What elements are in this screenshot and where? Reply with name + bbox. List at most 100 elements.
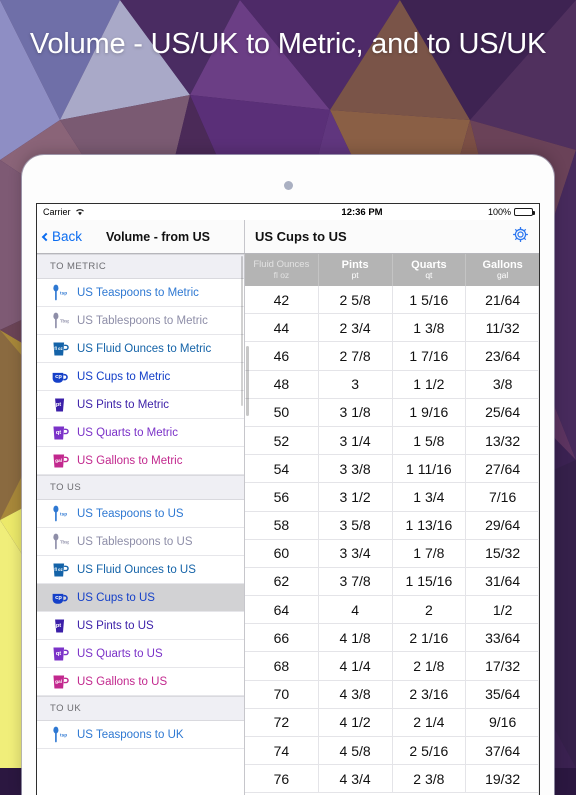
sidebar-item-us-pints-to-us[interactable]: ptUS Pints to US — [37, 612, 244, 640]
table-cell: 11/32 — [465, 314, 539, 341]
device-screen: Carrier 12:36 PM 100% Back — [36, 203, 540, 795]
table-cell: 54 — [245, 455, 318, 482]
sidebar[interactable]: TO METRIC tspUS Teaspoons to Metric Tbsp… — [37, 254, 245, 795]
table-cell: 4 1/4 — [318, 652, 392, 679]
sidebar-item-us-gallons-to-metric[interactable]: galUS Gallons to Metric — [37, 447, 244, 475]
sidebar-item-us-cups-to-us[interactable]: cp US Cups to US — [37, 584, 244, 612]
table-cell: 4 1/8 — [318, 624, 392, 651]
table-cell: 52 — [245, 427, 318, 454]
sidebar-item-us-teaspoons-to-metric[interactable]: tspUS Teaspoons to Metric — [37, 279, 244, 307]
table-cell: 1 15/16 — [392, 568, 466, 595]
sidebar-item-us-tablespoons-to-us[interactable]: TbspUS Tablespoons to US — [37, 528, 244, 556]
svg-text:cp: cp — [55, 374, 62, 380]
battery-percent-label: 100% — [488, 207, 511, 217]
table-row[interactable]: 583 5/81 13/1629/64 — [245, 512, 539, 540]
teaspoon-icon: tsp — [47, 726, 73, 744]
settings-button[interactable] — [511, 225, 530, 249]
table-cell: 2 1/8 — [392, 652, 466, 679]
promo-title: Volume - US/UK to Metric, and to US/UK — [0, 24, 576, 65]
cup-icon: cp — [47, 368, 73, 386]
sidebar-item-us-quarts-to-metric[interactable]: qtUS Quarts to Metric — [37, 419, 244, 447]
table-cell: 31/64 — [465, 568, 539, 595]
sidebar-item-label: US Pints to Metric — [77, 399, 169, 411]
sidebar-item-us-teaspoons-to-us[interactable]: tspUS Teaspoons to US — [37, 500, 244, 528]
sidebar-item-label: US Cups to Metric — [77, 371, 170, 383]
table-row[interactable]: 684 1/42 1/817/32 — [245, 652, 539, 680]
table-cell: 23/64 — [465, 342, 539, 369]
sidebar-section-header: TO US — [37, 475, 244, 500]
table-cell: 2 3/16 — [392, 681, 466, 708]
table-row[interactable]: 442 3/41 3/811/32 — [245, 314, 539, 342]
table-row[interactable]: 664 1/82 1/1633/64 — [245, 624, 539, 652]
table-cell: 37/64 — [465, 737, 539, 764]
sidebar-item-label: US Gallons to US — [77, 676, 167, 688]
status-bar-time: 12:36 PM — [251, 207, 473, 218]
table-cell: 1 1/2 — [392, 371, 466, 398]
sidebar-item-us-fluid-ounces-to-us[interactable]: fl oz US Fluid Ounces to US — [37, 556, 244, 584]
svg-text:qt: qt — [56, 651, 61, 657]
gear-icon — [511, 225, 530, 249]
table-row[interactable]: 704 3/82 3/1635/64 — [245, 681, 539, 709]
table-cell: 33/64 — [465, 624, 539, 651]
sidebar-item-label: US Cups to US — [77, 592, 155, 604]
sidebar-item-us-tablespoons-to-metric[interactable]: TbspUS Tablespoons to Metric — [37, 307, 244, 335]
table-row[interactable]: 4831 1/23/8 — [245, 371, 539, 399]
table-row[interactable]: 523 1/41 5/813/32 — [245, 427, 539, 455]
table-column-header: Gallonsgal — [465, 254, 539, 286]
table-row[interactable]: 623 7/81 15/1631/64 — [245, 568, 539, 596]
table-cell: 1 5/16 — [392, 286, 466, 313]
sidebar-item-label: US Teaspoons to Metric — [77, 287, 199, 299]
table-row[interactable]: 764 3/42 3/819/32 — [245, 765, 539, 793]
table-row[interactable]: 724 1/22 1/49/16 — [245, 709, 539, 737]
table-cell: 4 3/4 — [318, 765, 392, 792]
back-button-label: Back — [52, 229, 82, 244]
table-cell: 64 — [245, 596, 318, 623]
table-row[interactable]: 462 7/81 7/1623/64 — [245, 342, 539, 370]
table-row[interactable]: 563 1/21 3/47/16 — [245, 483, 539, 511]
sidebar-scrollbar[interactable] — [241, 256, 243, 406]
fluid-ounce-icon: fl oz — [47, 561, 73, 579]
table-cell: 3 1/4 — [318, 427, 392, 454]
svg-text:tsp: tsp — [60, 511, 67, 517]
table-cell: 3 1/2 — [318, 483, 392, 510]
table-cell: 2 — [392, 596, 466, 623]
sidebar-item-label: US Tablespoons to US — [77, 536, 193, 548]
sidebar-item-us-fluid-ounces-to-metric[interactable]: fl ozUS Fluid Ounces to Metric — [37, 335, 244, 363]
status-bar-right: 100% — [473, 207, 533, 217]
table-scrollbar[interactable] — [246, 346, 249, 416]
table-row[interactable]: 744 5/82 5/1637/64 — [245, 737, 539, 765]
sidebar-section-header: TO METRIC — [37, 254, 244, 279]
svg-text:cp: cp — [55, 595, 62, 601]
table-cell: 1/2 — [465, 596, 539, 623]
svg-text:tsp: tsp — [60, 732, 67, 738]
column-abbr: gal — [497, 271, 508, 281]
table-body[interactable]: 422 5/81 5/1621/64442 3/41 3/811/32462 7… — [245, 286, 539, 795]
table-cell: 1 3/4 — [392, 483, 466, 510]
table-row[interactable]: 503 1/81 9/1625/64 — [245, 399, 539, 427]
sidebar-item-label: US Fluid Ounces to US — [77, 564, 196, 576]
table-cell: 3 5/8 — [318, 512, 392, 539]
sidebar-item-us-teaspoons-to-uk[interactable]: tsp US Teaspoons to UK — [37, 721, 244, 749]
teaspoon-icon: tsp — [47, 505, 73, 523]
sidebar-item-us-pints-to-metric[interactable]: ptUS Pints to Metric — [37, 391, 244, 419]
sidebar-item-us-gallons-to-us[interactable]: gal US Gallons to US — [37, 668, 244, 696]
sidebar-item-label: US Teaspoons to UK — [77, 729, 184, 741]
sidebar-title: Volume - from US — [86, 230, 230, 244]
table-row[interactable]: 603 3/41 7/815/32 — [245, 540, 539, 568]
table-row[interactable]: 64421/2 — [245, 596, 539, 624]
ipad-device-frame: Carrier 12:36 PM 100% Back — [22, 155, 554, 795]
table-cell: 48 — [245, 371, 318, 398]
svg-text:gal: gal — [55, 679, 62, 685]
back-button[interactable]: Back — [43, 229, 82, 244]
chevron-left-icon — [42, 232, 50, 240]
sidebar-item-us-quarts-to-us[interactable]: qtUS Quarts to US — [37, 640, 244, 668]
table-row[interactable]: 543 3/81 11/1627/64 — [245, 455, 539, 483]
sidebar-item-us-cups-to-metric[interactable]: cp US Cups to Metric — [37, 363, 244, 391]
table-cell: 29/64 — [465, 512, 539, 539]
table-cell: 3 7/8 — [318, 568, 392, 595]
pint-icon: pt — [47, 617, 73, 635]
table-cell: 25/64 — [465, 399, 539, 426]
table-cell: 68 — [245, 652, 318, 679]
navigation-bar-left: Back Volume - from US — [37, 220, 245, 253]
table-row[interactable]: 422 5/81 5/1621/64 — [245, 286, 539, 314]
